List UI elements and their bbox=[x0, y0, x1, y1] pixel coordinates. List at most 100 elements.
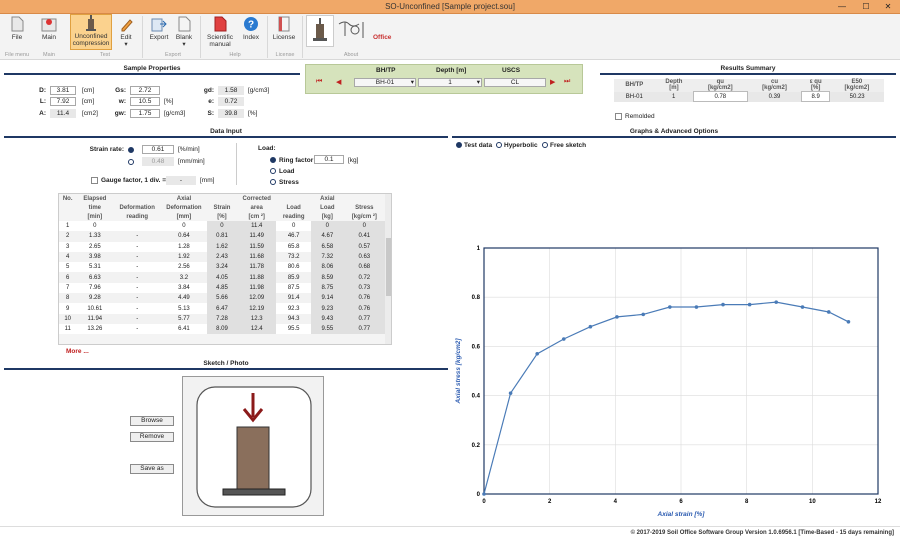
table-cell[interactable]: 1.28 bbox=[161, 241, 207, 252]
strain-rate-percent-field[interactable]: 0.61 bbox=[142, 145, 174, 154]
table-cell[interactable]: 85.9 bbox=[276, 272, 312, 283]
table-cell[interactable]: - bbox=[113, 323, 162, 335]
edit-button[interactable]: Edit ▾ bbox=[116, 16, 136, 48]
table-cell[interactable]: - bbox=[113, 262, 162, 273]
table-cell[interactable]: 3.2 bbox=[161, 272, 207, 283]
table-row[interactable]: 4 3.98-1.92 2.43 11.68 73.2 7.32 0.63 bbox=[59, 251, 385, 263]
hyperbolic-radio[interactable] bbox=[496, 142, 502, 148]
first-record-button[interactable]: ⏮ bbox=[316, 78, 322, 86]
more-link[interactable]: More ... bbox=[66, 348, 89, 355]
table-cell[interactable]: 73.2 bbox=[276, 251, 312, 263]
table-cell[interactable]: 5.31 bbox=[76, 262, 114, 273]
prev-record-button[interactable]: ◀ bbox=[336, 78, 341, 86]
table-cell[interactable]: 2.56 bbox=[161, 262, 207, 273]
table-cell[interactable]: - bbox=[113, 313, 162, 324]
index-button[interactable]: ? Index bbox=[240, 16, 262, 41]
table-cell[interactable]: 0 bbox=[276, 221, 312, 232]
table-row[interactable]: 1 0 0 0 11.4 0 0 0 bbox=[59, 221, 385, 232]
close-button[interactable]: ✕ bbox=[876, 0, 900, 14]
scientific-manual-button[interactable]: Scientific manual bbox=[205, 16, 235, 48]
table-cell[interactable]: 87.5 bbox=[276, 282, 312, 294]
table-cell[interactable]: 6.63 bbox=[76, 272, 114, 283]
table-cell[interactable]: 92.3 bbox=[276, 303, 312, 314]
table-cell[interactable]: - bbox=[113, 293, 162, 304]
l-field[interactable]: 7.92 bbox=[50, 97, 76, 106]
table-cell[interactable]: - bbox=[113, 251, 162, 263]
license-button[interactable]: License bbox=[272, 16, 296, 41]
ring-factor-radio[interactable] bbox=[270, 157, 276, 163]
export-button[interactable]: Export bbox=[148, 16, 170, 41]
bh-select[interactable]: BH-01 ▾ bbox=[354, 78, 416, 87]
strain-rate-mm-radio[interactable] bbox=[128, 159, 134, 165]
table-cell[interactable]: 1.33 bbox=[76, 231, 114, 242]
last-record-button[interactable]: ⏭ bbox=[564, 78, 570, 86]
minimize-button[interactable]: — bbox=[830, 0, 854, 14]
about-app-icon[interactable] bbox=[306, 15, 334, 47]
table-cell[interactable]: - bbox=[113, 272, 162, 283]
stress-radio[interactable] bbox=[270, 179, 276, 185]
data-grid[interactable]: No. Elapsed Axial Corrected Axial time Deforma… bbox=[58, 193, 392, 345]
table-cell[interactable]: 9.28 bbox=[76, 293, 114, 304]
table-cell[interactable]: 0.64 bbox=[161, 231, 207, 242]
table-row[interactable]: 5 5.31-2.56 3.24 11.78 80.6 8.06 0.68 bbox=[59, 262, 385, 273]
table-row[interactable]: 3 2.65-1.28 1.62 11.59 65.8 6.58 0.57 bbox=[59, 241, 385, 252]
table-cell[interactable]: 3.98 bbox=[76, 251, 114, 263]
file-button[interactable]: File bbox=[4, 16, 30, 41]
depth-select[interactable]: 1 ▾ bbox=[418, 78, 482, 87]
table-row[interactable]: 11 13.26-6.41 8.09 12.4 95.5 9.55 0.77 bbox=[59, 323, 385, 335]
save-as-button[interactable]: Save as bbox=[130, 464, 174, 474]
gs-field[interactable]: 2.72 bbox=[130, 86, 160, 95]
table-cell[interactable]: 1.92 bbox=[161, 251, 207, 263]
table-cell[interactable]: - bbox=[113, 241, 162, 252]
scrollbar-thumb[interactable] bbox=[386, 238, 391, 296]
w-field[interactable]: 10.5 bbox=[130, 97, 160, 106]
table-scrollbar[interactable] bbox=[385, 194, 391, 344]
table-cell[interactable]: 94.3 bbox=[276, 313, 312, 324]
table-cell[interactable]: 3.84 bbox=[161, 282, 207, 294]
table-cell[interactable]: 80.6 bbox=[276, 262, 312, 273]
table-cell[interactable]: 5.77 bbox=[161, 313, 207, 324]
table-cell[interactable]: 91.4 bbox=[276, 293, 312, 304]
table-cell[interactable]: 6.41 bbox=[161, 323, 207, 335]
table-cell[interactable]: 95.5 bbox=[276, 323, 312, 335]
table-cell[interactable]: - bbox=[113, 303, 162, 314]
next-record-button[interactable]: ▶ bbox=[550, 78, 555, 86]
free-sketch-radio[interactable] bbox=[542, 142, 548, 148]
table-cell[interactable]: 2.65 bbox=[76, 241, 114, 252]
browse-button[interactable]: Browse bbox=[130, 416, 174, 426]
table-cell[interactable]: 5.13 bbox=[161, 303, 207, 314]
load-radio[interactable] bbox=[270, 168, 276, 174]
gauge-factor-field[interactable]: - bbox=[166, 176, 196, 185]
table-row[interactable]: 10 11.94-5.77 7.28 12.3 94.3 9.43 0.77 bbox=[59, 313, 385, 324]
table-row[interactable]: 7 7.96-3.84 4.85 11.98 87.5 8.75 0.73 bbox=[59, 282, 385, 294]
table-cell[interactable]: 11.94 bbox=[76, 313, 114, 324]
strain-rate-mm-field[interactable]: 0.48 bbox=[142, 157, 174, 166]
strain-rate-percent-radio[interactable] bbox=[128, 147, 134, 153]
table-cell[interactable]: 65.8 bbox=[276, 241, 312, 252]
table-cell[interactable]: 4.49 bbox=[161, 293, 207, 304]
gauge-factor-checkbox[interactable] bbox=[91, 177, 98, 184]
gw-field[interactable]: 1.75 bbox=[130, 109, 160, 118]
table-cell[interactable]: 10.61 bbox=[76, 303, 114, 314]
remove-button[interactable]: Remove bbox=[130, 432, 174, 442]
d-field[interactable]: 3.81 bbox=[50, 86, 76, 95]
table-cell[interactable]: 7.96 bbox=[76, 282, 114, 294]
table-cell[interactable]: 0 bbox=[161, 221, 207, 232]
table-cell[interactable]: 0 bbox=[76, 221, 114, 232]
main-button[interactable]: Main bbox=[36, 16, 62, 41]
test-data-radio[interactable] bbox=[456, 142, 462, 148]
table-cell[interactable]: - bbox=[113, 231, 162, 242]
remolded-checkbox[interactable] bbox=[615, 113, 622, 120]
table-cell[interactable]: 46.7 bbox=[276, 231, 312, 242]
table-cell[interactable] bbox=[113, 221, 162, 232]
table-row[interactable]: 6 6.63-3.2 4.05 11.88 85.9 8.59 0.72 bbox=[59, 272, 385, 283]
table-row[interactable]: 2 1.33-0.64 0.81 11.49 46.7 4.67 0.41 bbox=[59, 231, 385, 242]
table-cell[interactable]: - bbox=[113, 282, 162, 294]
blank-button[interactable]: Blank ▾ bbox=[174, 16, 194, 48]
uscs-field[interactable]: CL bbox=[484, 78, 546, 87]
table-row[interactable]: 8 9.28-4.49 5.66 12.09 91.4 9.14 0.76 bbox=[59, 293, 385, 304]
maximize-button[interactable]: ☐ bbox=[854, 0, 878, 14]
table-cell[interactable]: 13.26 bbox=[76, 323, 114, 335]
table-row[interactable]: 9 10.61-5.13 6.47 12.19 92.3 9.23 0.76 bbox=[59, 303, 385, 314]
ring-factor-field[interactable]: 0.1 bbox=[314, 155, 344, 164]
